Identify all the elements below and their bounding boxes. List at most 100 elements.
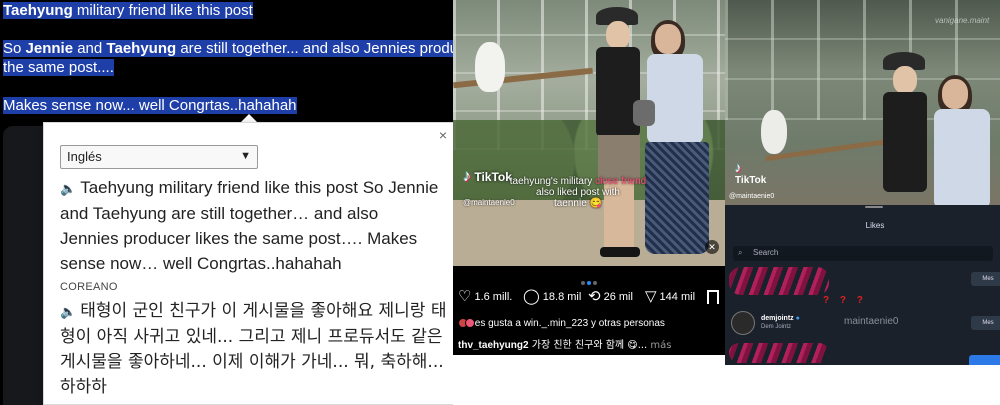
tweet-panel: Taehyung military friend like this post … bbox=[0, 0, 453, 405]
annotation-label: maintaenie0 bbox=[844, 316, 899, 327]
man-figure bbox=[875, 52, 935, 210]
overlay-line-1: taehyung's military bbox=[509, 176, 596, 187]
chevron-down-icon: ▼ bbox=[240, 150, 251, 162]
overlay-line-2: also liked post with bbox=[536, 187, 620, 198]
comments-count: 18.8 mil bbox=[542, 290, 582, 303]
tiktok-note-icon: ♪ bbox=[735, 160, 742, 175]
speaker-icon-source[interactable]: 🔈 bbox=[60, 305, 76, 320]
username-text: demjointz bbox=[761, 315, 794, 322]
tweet-line-2-rest: are still together... and also Jennies p… bbox=[176, 40, 453, 57]
sheet-handle[interactable] bbox=[865, 206, 883, 208]
source-text-body: 태형이 군인 친구가 이 게시물을 좋아해요 제니랑 태형이 아직 사귀고 있네… bbox=[60, 301, 447, 397]
liked-by-text: es gusta a win._.min_223 y otras persona… bbox=[474, 318, 665, 329]
bookmark-icon[interactable] bbox=[707, 290, 719, 304]
repost-button[interactable]: ⟲ 26 mil bbox=[588, 289, 633, 304]
video-caption-overlay: taehyung's military close friend also li… bbox=[503, 176, 653, 209]
liked-by-line[interactable]: es gusta a win._.min_223 y otras persona… bbox=[458, 318, 665, 329]
search-input[interactable]: ⌕ Search bbox=[733, 246, 993, 261]
shares-count: 144 mil bbox=[659, 290, 696, 303]
reposts-count: 26 mil bbox=[603, 290, 633, 303]
list-item-username: demjointz ● bbox=[761, 315, 800, 322]
carousel-dot bbox=[581, 281, 585, 285]
likes-sheet: Likes ⌕ Search Mes demjointz ● Dem Joint… bbox=[725, 205, 1000, 365]
tweet-line-2: So Jennie and Taehyung are still togethe… bbox=[3, 39, 453, 59]
close-icon[interactable]: × bbox=[439, 127, 447, 143]
search-icon: ⌕ bbox=[738, 248, 743, 257]
tweet-line-1: Taehyung military friend like this post bbox=[3, 1, 253, 21]
tiktok-username: @maintaenie0 bbox=[729, 193, 775, 200]
cockatoo bbox=[475, 42, 505, 92]
translation-popup: × Inglés ▼ 🔈 Taehyung military friend lik… bbox=[43, 122, 453, 405]
blue-action-button[interactable] bbox=[969, 355, 1000, 365]
scribble-redaction bbox=[729, 343, 829, 363]
likes-count: 1.6 mill. bbox=[474, 290, 513, 303]
message-button[interactable]: Mes bbox=[971, 272, 1000, 286]
heart-icon: ♡ bbox=[458, 288, 472, 305]
target-language-value: Inglés bbox=[67, 149, 102, 164]
handbag bbox=[633, 100, 655, 126]
tiktok-likes-screen: vanigane.maint ♪ TikTok @maintaenie0 Lik… bbox=[725, 0, 1000, 365]
man-head bbox=[893, 66, 917, 94]
tweet-line-4-text: Makes sense now... well Congrtas..hahaha… bbox=[3, 97, 297, 114]
mute-icon[interactable]: ✕ bbox=[705, 240, 719, 254]
list-item-display-name: Dem Jointz bbox=[761, 324, 792, 330]
translation-body: Taehyung military friend like this post … bbox=[60, 178, 439, 273]
tweet-line-2-mid: and bbox=[73, 40, 107, 57]
tweet-name-taehyung: Taehyung bbox=[3, 2, 73, 19]
instagram-post: ♪ TikTok @maintaenie0 taehyung's militar… bbox=[453, 0, 725, 355]
target-language-select[interactable]: Inglés ▼ bbox=[60, 145, 258, 169]
man-figure bbox=[588, 7, 650, 260]
tweet-line-3: the same post.... bbox=[3, 58, 114, 78]
post-photo[interactable]: ♪ TikTok @maintaenie0 taehyung's militar… bbox=[453, 0, 725, 266]
tiktok-video-frame[interactable]: vanigane.maint ♪ TikTok @maintaenie0 bbox=[725, 0, 1000, 209]
overlay-highlight: close friend bbox=[595, 176, 647, 187]
comment-button[interactable]: ◯ 18.8 mil bbox=[523, 289, 581, 304]
tiktok-logo: ♪ TikTok bbox=[735, 160, 766, 186]
likes-title: Likes bbox=[865, 221, 885, 230]
black-vest bbox=[883, 92, 927, 192]
question-marks-annotation: ? ? ? bbox=[823, 295, 867, 306]
liker-avatar bbox=[465, 318, 475, 329]
tiktok-note-icon: ♪ bbox=[463, 168, 471, 185]
woman-figure bbox=[930, 75, 992, 215]
woman-skirt bbox=[645, 142, 709, 254]
list-item[interactable] bbox=[725, 341, 1000, 365]
post-caption: thv_taehyung2 가장 친한 친구와 함께 😋... más bbox=[458, 336, 672, 351]
share-button[interactable]: ▽ 144 mil bbox=[645, 289, 695, 304]
tiktok-brand: TikTok bbox=[735, 175, 767, 186]
carousel-dot bbox=[593, 281, 597, 285]
message-button[interactable]: Mes bbox=[971, 316, 1000, 330]
tweet-line-4: Makes sense now... well Congrtas..hahaha… bbox=[3, 96, 297, 116]
search-placeholder: Search bbox=[753, 248, 779, 257]
speaker-icon[interactable]: 🔈 bbox=[60, 181, 76, 196]
man-shoes bbox=[600, 247, 640, 257]
carousel-dot-active bbox=[587, 281, 591, 285]
man-head bbox=[606, 21, 630, 49]
send-icon: ▽ bbox=[645, 288, 657, 305]
cockatoo bbox=[761, 110, 787, 154]
list-item[interactable]: Mes bbox=[725, 267, 1000, 297]
verified-icon: ● bbox=[795, 315, 800, 322]
tweet-line-2-pre: So bbox=[3, 40, 26, 57]
woman-top bbox=[647, 54, 703, 144]
woman-figure bbox=[633, 20, 713, 260]
post-actions: ♡ 1.6 mill. ◯ 18.8 mil ⟲ 26 mil ▽ 144 mi… bbox=[453, 286, 725, 308]
caption-username[interactable]: thv_taehyung2 bbox=[458, 340, 529, 351]
caption-more-link[interactable]: más bbox=[647, 340, 671, 351]
like-button[interactable]: ♡ 1.6 mill. bbox=[458, 289, 512, 304]
woman-top bbox=[934, 109, 990, 209]
woman-head bbox=[942, 79, 968, 109]
tweet-name-jennie: Jennie bbox=[25, 40, 74, 57]
scribble-redaction bbox=[729, 267, 829, 295]
tweet-name-taehyung-2: Taehyung bbox=[106, 40, 177, 57]
source-text: 🔈 태형이 군인 친구가 이 게시물을 좋아해요 제니랑 태형이 아직 사귀고 있… bbox=[60, 299, 450, 400]
overlay-line-3: taennie 😋 bbox=[553, 198, 603, 209]
caption-text: 가장 친한 친구와 함께 😋... bbox=[528, 340, 648, 351]
comment-icon: ◯ bbox=[523, 288, 540, 305]
avatar bbox=[731, 311, 755, 335]
source-language-label: COREANO bbox=[60, 281, 118, 293]
tweet-line-3-text: the same post.... bbox=[3, 59, 114, 76]
tweet-line-1-text: military friend like this post bbox=[72, 2, 253, 19]
woman-head bbox=[655, 24, 681, 54]
repost-icon: ⟲ bbox=[588, 288, 601, 305]
